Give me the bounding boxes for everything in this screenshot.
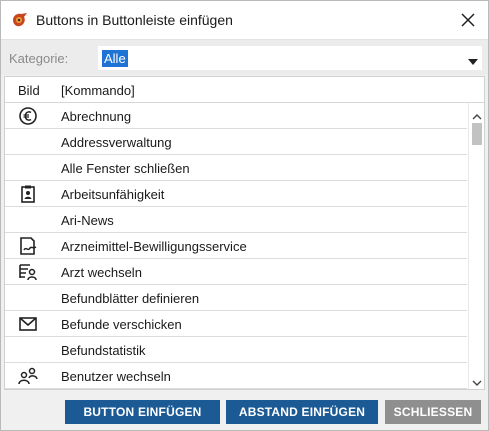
insert-spacing-button[interactable]: ABSTAND EINFÜGEN	[226, 400, 378, 424]
list-item-label: Arzneimittel-Bewilligungsservice	[61, 239, 247, 254]
list-item[interactable]: Befunde verschicken	[5, 311, 467, 337]
app-logo-icon	[11, 11, 29, 29]
list-item[interactable]: Abrechnung	[5, 103, 467, 129]
category-selected-value: Alle	[102, 50, 128, 67]
euro-icon	[17, 106, 39, 126]
column-header-bild[interactable]: Bild	[18, 83, 40, 98]
list-item[interactable]: Befundblätter definieren	[5, 285, 467, 311]
list-item[interactable]: Addressverwaltung	[5, 129, 467, 155]
close-icon[interactable]	[456, 8, 480, 32]
envelope-icon	[17, 314, 39, 334]
list-item-label: Befundstatistik	[61, 343, 146, 358]
list-rows: Abrechnung Addressverwaltung Alle Fenste…	[5, 103, 467, 389]
list-item[interactable]: Benutzer wechseln	[5, 363, 467, 389]
list-item-label: Addressverwaltung	[61, 135, 172, 150]
dialog-window: Buttons in Buttonleiste einfügen Kategor…	[0, 0, 489, 431]
category-label: Kategorie:	[9, 51, 69, 66]
list-item-label: Befundblätter definieren	[61, 291, 200, 306]
list-item[interactable]: Ari-News	[5, 207, 467, 233]
scroll-up-arrow-icon[interactable]	[472, 109, 482, 120]
list-item[interactable]: Arzt wechseln	[5, 259, 467, 285]
list-item-label: Alle Fenster schließen	[61, 161, 190, 176]
category-dropdown[interactable]: Alle	[97, 45, 483, 71]
list-item-label: Benutzer wechseln	[61, 369, 171, 384]
list-item-label: Arbeitsunfähigkeit	[61, 187, 165, 202]
column-header-kommando[interactable]: [Kommando]	[61, 83, 135, 98]
list-item[interactable]: Arbeitsunfähigkeit	[5, 181, 467, 207]
window-title: Buttons in Buttonleiste einfügen	[36, 12, 233, 28]
command-list: Bild [Kommando] Abrechnung Addressverwal…	[4, 76, 485, 390]
list-header: Bild [Kommando]	[5, 77, 484, 103]
list-user-icon	[17, 262, 39, 282]
scrollbar-thumb[interactable]	[472, 123, 482, 145]
list-item-label: Ari-News	[61, 213, 114, 228]
insert-button-button[interactable]: BUTTON EINFÜGEN	[65, 400, 220, 424]
list-item[interactable]: Alle Fenster schließen	[5, 155, 467, 181]
vertical-scrollbar[interactable]	[468, 103, 484, 389]
scroll-down-arrow-icon[interactable]	[472, 375, 482, 386]
dropdown-arrow-icon[interactable]	[468, 54, 478, 65]
list-item[interactable]: Befundstatistik	[5, 337, 467, 363]
list-item-label: Arzt wechseln	[61, 265, 142, 280]
title-bar: Buttons in Buttonleiste einfügen	[1, 1, 488, 39]
category-filter-bar: Kategorie: Alle	[1, 39, 488, 75]
switch-users-icon	[17, 366, 39, 386]
list-item-label: Abrechnung	[61, 109, 132, 124]
dialog-footer: BUTTON EINFÜGEN ABSTAND EINFÜGEN SCHLIES…	[1, 391, 488, 430]
list-item[interactable]: Arzneimittel-Bewilligungsservice	[5, 233, 467, 259]
document-sign-icon	[17, 236, 39, 256]
close-button[interactable]: SCHLIESSEN	[385, 400, 481, 424]
list-item-label: Befunde verschicken	[61, 317, 182, 332]
clipboard-id-icon	[17, 184, 39, 204]
